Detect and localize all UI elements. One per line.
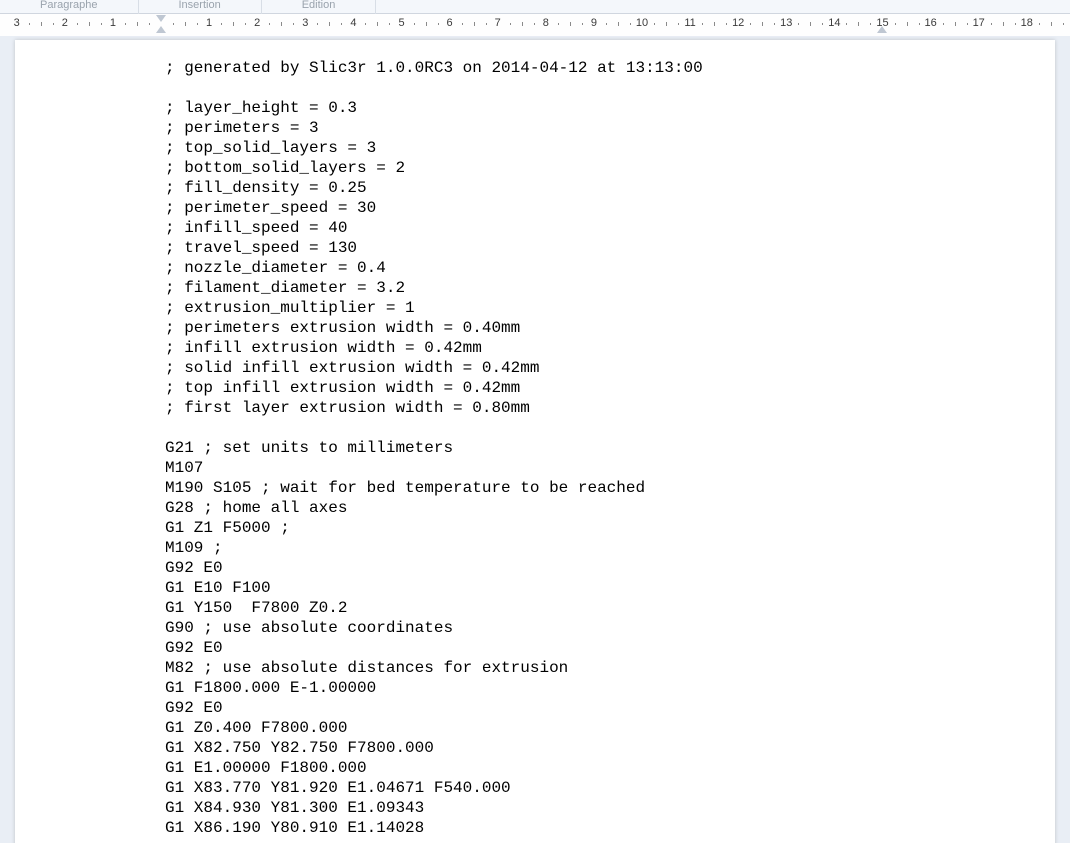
ruler-tick [570, 22, 571, 26]
ruler-tick [173, 23, 174, 25]
ruler-tick [618, 22, 619, 26]
ruler-tick [365, 23, 366, 25]
ruler-tick [630, 23, 631, 25]
ruler-tick [858, 22, 859, 26]
ruler-number: 5 [398, 17, 404, 29]
ruler-tick [678, 23, 679, 25]
ruler-tick [991, 23, 992, 25]
ruler-tick [846, 23, 847, 25]
ruler-tick [895, 23, 896, 25]
ruler-tick [534, 23, 535, 25]
ruler-number: 3 [14, 17, 20, 29]
ruler-tick [714, 22, 715, 26]
ruler-number: 10 [636, 17, 648, 29]
ruler-tick [1003, 22, 1004, 26]
workspace: ; generated by Slic3r 1.0.0RC3 on 2014-0… [0, 36, 1070, 843]
ruler-tick [1063, 23, 1064, 25]
ruler-number: 2 [62, 17, 68, 29]
ruler-tick [317, 23, 318, 25]
ruler-tick [41, 22, 42, 26]
ruler-tick [606, 23, 607, 25]
ruler-number: 3 [302, 17, 308, 29]
ruler-tick [558, 23, 559, 25]
ruler-tick [137, 22, 138, 26]
ribbon-tab-insertion[interactable]: Insertion [139, 0, 262, 14]
ruler-tick [762, 22, 763, 26]
ruler-tick [1015, 23, 1016, 25]
ruler-tick [269, 23, 270, 25]
right-indent-marker[interactable] [877, 26, 887, 33]
ruler-tick [101, 23, 102, 25]
ruler-tick [341, 23, 342, 25]
ruler-number: 14 [828, 17, 840, 29]
ruler-tick [702, 23, 703, 25]
hanging-indent-marker[interactable] [156, 26, 166, 33]
ruler-number: 1 [110, 17, 116, 29]
ruler-tick [510, 23, 511, 25]
ruler-tick [522, 22, 523, 26]
ruler-number: 1 [206, 17, 212, 29]
ruler-tick [774, 23, 775, 25]
ruler-tick [125, 23, 126, 25]
ruler-tick [870, 23, 871, 25]
ruler-number: 7 [495, 17, 501, 29]
ruler-tick [582, 23, 583, 25]
ruler-number: 12 [732, 17, 744, 29]
ruler-number: 6 [447, 17, 453, 29]
ruler-tick [1039, 23, 1040, 25]
ribbon-tab-edition[interactable]: Edition [262, 0, 377, 14]
ruler-tick [967, 23, 968, 25]
ruler-tick [919, 23, 920, 25]
ruler-number: 17 [973, 17, 985, 29]
ruler-tick [654, 23, 655, 25]
ruler-tick [53, 23, 54, 25]
ruler-number: 8 [543, 17, 549, 29]
ruler-tick [389, 23, 390, 25]
ruler-tick [89, 22, 90, 26]
ruler-tick [414, 23, 415, 25]
horizontal-ruler[interactable]: 321123456789101112131415161718 [0, 14, 1070, 36]
ruler-tick [426, 22, 427, 26]
horizontal-ruler-wrap: 321123456789101112131415161718 [0, 14, 1070, 36]
ruler-tick [197, 23, 198, 25]
ruler-tick [798, 23, 799, 25]
ruler-tick [149, 23, 150, 25]
ruler-tick [907, 22, 908, 26]
ruler-tick [750, 23, 751, 25]
ruler-tick [474, 22, 475, 26]
first-line-indent-marker[interactable] [156, 15, 166, 22]
ruler-tick [185, 22, 186, 26]
ruler-tick [221, 23, 222, 25]
ruler-number: 11 [684, 17, 695, 29]
ruler-tick [77, 23, 78, 25]
ruler-number: 13 [780, 17, 792, 29]
ruler-tick [666, 22, 667, 26]
ruler-number: 16 [924, 17, 936, 29]
ruler-tick [329, 22, 330, 26]
ruler-tick [245, 23, 246, 25]
ruler-tick [1051, 22, 1052, 26]
ruler-number: 2 [254, 17, 260, 29]
ruler-number: 18 [1021, 17, 1033, 29]
ruler-number: 4 [350, 17, 356, 29]
ruler-tick [438, 23, 439, 25]
ruler-tick [726, 23, 727, 25]
ruler-tick [943, 23, 944, 25]
ruler-tick [462, 23, 463, 25]
ruler-tick [29, 23, 30, 25]
ribbon-tab-group: Paragraphe Insertion Edition [0, 0, 1070, 14]
ruler-tick [233, 22, 234, 26]
ruler-tick [293, 23, 294, 25]
ruler-tick [955, 22, 956, 26]
ruler-tick [822, 23, 823, 25]
ribbon-tab-paragraphe[interactable]: Paragraphe [0, 0, 139, 14]
ruler-tick [281, 22, 282, 26]
ruler-tick [810, 22, 811, 26]
ruler-tick [486, 23, 487, 25]
document-page[interactable]: ; generated by Slic3r 1.0.0RC3 on 2014-0… [15, 40, 1055, 843]
ruler-number: 9 [591, 17, 597, 29]
ruler-tick [377, 22, 378, 26]
